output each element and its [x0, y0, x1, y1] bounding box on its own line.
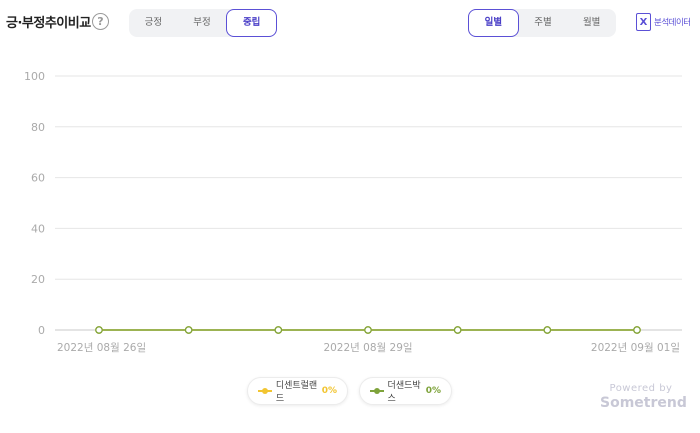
y-tick-label: 100 [24, 70, 45, 83]
data-point [274, 326, 283, 334]
data-point [453, 326, 462, 334]
data-point [364, 326, 372, 334]
legend-marker [370, 387, 384, 395]
brand-name: Sometrend [600, 395, 687, 411]
y-tick-label: 60 [31, 172, 45, 185]
line-chart: 0 20 40 60 80 100 2022년 08월 26일 2022년 08월 29일 20… [24, 70, 682, 354]
x-tick-label: 2022년 09월 01일 [591, 341, 680, 354]
legend-percent: 0% [321, 386, 337, 396]
y-tick-label: 0 [38, 324, 45, 337]
x-tick-label: 2022년 08월 26일 [57, 341, 146, 354]
legend-item-decentraland[interactable]: 디센트럴랜드 0% [247, 377, 348, 405]
legend-percent: 0% [425, 386, 441, 396]
x-tick-label: 2022년 08월 29일 [323, 341, 412, 354]
powered-by-text: Powered by [609, 383, 673, 394]
data-point [633, 326, 641, 334]
data-point [543, 326, 552, 334]
legend-label: 디센트럴랜드 [275, 381, 318, 404]
y-tick-label: 20 [31, 273, 45, 286]
data-point [95, 326, 103, 334]
legend-item-sandbox[interactable]: 더샌드박스 0% [359, 377, 452, 405]
legend-marker [258, 387, 272, 395]
y-tick-label: 80 [31, 121, 45, 134]
data-point [184, 326, 193, 334]
legend-label: 더샌드박스 [387, 381, 421, 404]
sometrend-watermark: Powered by Sometrend [600, 383, 687, 411]
y-tick-label: 40 [31, 222, 45, 235]
